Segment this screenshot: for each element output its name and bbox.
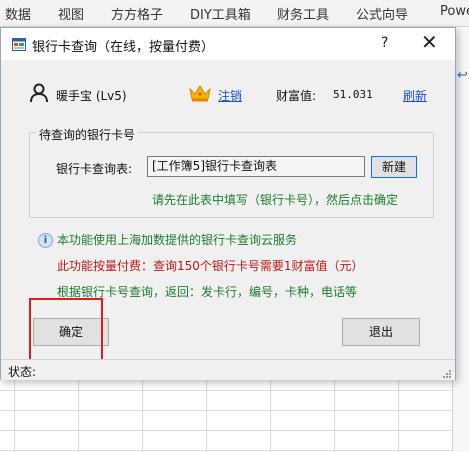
- group-title: 待查询的银行卡号: [36, 126, 139, 143]
- logout-link[interactable]: 注销: [218, 87, 242, 104]
- new-button[interactable]: 新建: [371, 156, 417, 178]
- ribbon-tab-data[interactable]: 数据: [5, 4, 31, 23]
- help-button[interactable]: ?: [381, 35, 388, 51]
- arrow-left-icon[interactable]: ↩: [457, 68, 468, 83]
- status-label: 状态:: [8, 365, 37, 379]
- ribbon-tab-formula-wizard[interactable]: 公式向导: [356, 4, 408, 23]
- instruction-hint: 请先在此表中填写（银行卡号），然后点击确定: [152, 193, 399, 207]
- ribbon-tab-fangfang[interactable]: 方方格子: [111, 4, 163, 23]
- query-table-label: 银行卡查询表:: [56, 162, 133, 176]
- wealth-label: 财富值:: [276, 89, 317, 103]
- dialog-title: 银行卡查询（在线，按量付费）: [32, 40, 215, 55]
- service-info-text: 本功能使用上海加数提供的银行卡查询云服务: [57, 233, 298, 247]
- pricing-info-text: 此功能按量付费：查询150个银行卡号需要1财富值（元）: [57, 259, 364, 273]
- status-bar: 状态:: [1, 359, 455, 380]
- info-icon: i: [38, 233, 53, 248]
- crown-icon: [189, 85, 211, 102]
- close-button[interactable]: ✕: [421, 32, 438, 52]
- refresh-link[interactable]: 刷新: [403, 87, 427, 104]
- ribbon-tab-finance-tools[interactable]: 财务工具: [277, 4, 329, 23]
- ribbon-tabs-bar: 数据 视图 方方格子 DIY工具箱 财务工具 公式向导 Powe: [0, 0, 469, 27]
- bank-card-query-dialog: 银行卡查询（在线，按量付费） ? ✕ 暖手宝 (Lv5) 注销 财富值: 51.…: [0, 27, 456, 380]
- highlight-box: [29, 298, 103, 366]
- user-name: 暖手宝 (Lv5): [56, 89, 127, 103]
- title-bar[interactable]: 银行卡查询（在线，按量付费） ? ✕: [1, 28, 455, 60]
- user-icon: [30, 83, 48, 103]
- exit-button[interactable]: 退出: [342, 318, 420, 346]
- ribbon-tab-diy-toolbox[interactable]: DIY工具箱: [190, 4, 251, 23]
- query-table-field[interactable]: [工作簿5]银行卡查询表: [147, 156, 365, 177]
- app-icon: [12, 38, 26, 51]
- wealth-value: 51.031: [333, 88, 373, 101]
- ribbon-tab-view[interactable]: 视图: [58, 4, 84, 23]
- resize-grip-icon[interactable]: [441, 368, 451, 378]
- ribbon-tab-power[interactable]: Powe: [440, 4, 469, 19]
